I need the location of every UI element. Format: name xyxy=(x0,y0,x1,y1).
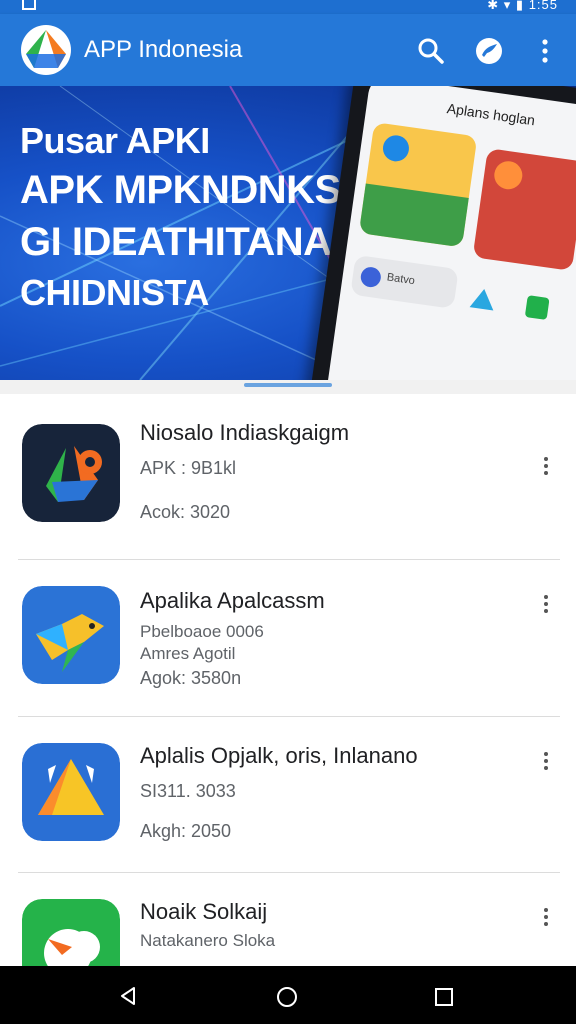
list-item[interactable]: Niosalo Indiaskgaigm APK : 9B1kl Acok: 3… xyxy=(0,394,576,560)
home-icon[interactable] xyxy=(276,986,298,1008)
app-title: Noaik Solkaij xyxy=(140,899,268,924)
app-icon-drive-orange xyxy=(22,424,120,522)
app-developer: Amres Agotil xyxy=(140,644,236,663)
app-title: APP Indonesia xyxy=(84,36,243,63)
app-bar: APP Indonesia xyxy=(0,14,576,86)
banner-headline-4: CHIDNISTA xyxy=(20,272,209,313)
promo-banner[interactable]: Pusar APKI APK MPKNDNKSA GI IDEATHITANA … xyxy=(0,86,576,380)
app-subtitle: Natakanero Sloka xyxy=(140,931,276,950)
status-indicators: ✱ ▾ ▮ 1:55 xyxy=(487,0,558,12)
search-icon[interactable] xyxy=(416,36,446,66)
app-meta: Acok: 3020 xyxy=(140,502,231,522)
app-subtitle: Pbelboaoe 0006 xyxy=(140,622,264,641)
app-icon-triangle xyxy=(22,743,120,841)
more-vert-icon[interactable] xyxy=(538,905,554,931)
more-vert-icon[interactable] xyxy=(538,749,554,775)
phone-screen-title: Aplans hoglan xyxy=(445,100,537,129)
phone-screen: Aplans hoglan Batvo xyxy=(318,86,576,380)
app-title: Niosalo Indiaskgaigm xyxy=(140,420,350,445)
system-nav-bar xyxy=(0,966,576,1024)
more-vert-icon[interactable] xyxy=(538,454,554,480)
phone-card-landscape xyxy=(358,122,478,248)
more-vert-icon[interactable] xyxy=(530,36,560,66)
app-title: Apalika Apalcassm xyxy=(140,588,325,613)
banner-headline-3: GI IDEATHITANA xyxy=(20,220,332,264)
banner-headline-2: APK MPKNDNKSA xyxy=(20,168,370,212)
app-icon-bird xyxy=(22,586,120,684)
list-item[interactable]: Apalika Apalcassm Pbelboaoe 0006 Amres A… xyxy=(0,560,576,716)
banner-pager xyxy=(0,380,576,394)
app-subtitle: APK : 9B1kl xyxy=(140,458,237,478)
phone-drive-icon xyxy=(469,287,497,311)
app-icon-green-chat xyxy=(22,899,120,966)
app-meta: Agok: 3580n xyxy=(140,668,242,688)
phone-card-game xyxy=(472,148,576,271)
status-bar: ✱ ▾ ▮ 1:55 xyxy=(0,0,576,14)
banner-headline-1: Pusar APKI xyxy=(20,120,210,161)
app-meta: Akgh: 2050 xyxy=(140,821,232,841)
gallery-icon xyxy=(22,0,36,10)
bird-icon[interactable] xyxy=(474,36,504,66)
phone-chip: Batvo xyxy=(350,254,459,309)
list-item[interactable]: Aplalis Opjalk, oris, Inlanano SI311. 30… xyxy=(0,717,576,873)
back-icon[interactable] xyxy=(118,986,138,1006)
more-vert-icon[interactable] xyxy=(538,592,554,618)
list-item[interactable]: Noaik Solkaij Natakanero Sloka xyxy=(0,873,576,966)
app-logo xyxy=(21,25,71,75)
app-title: Aplalis Opjalk, oris, Inlanano xyxy=(140,743,418,768)
phone-green-icon xyxy=(524,295,550,320)
recents-icon[interactable] xyxy=(434,987,454,1007)
pager-thumb xyxy=(244,383,332,387)
app-subtitle: SI311. 3033 xyxy=(140,781,236,801)
